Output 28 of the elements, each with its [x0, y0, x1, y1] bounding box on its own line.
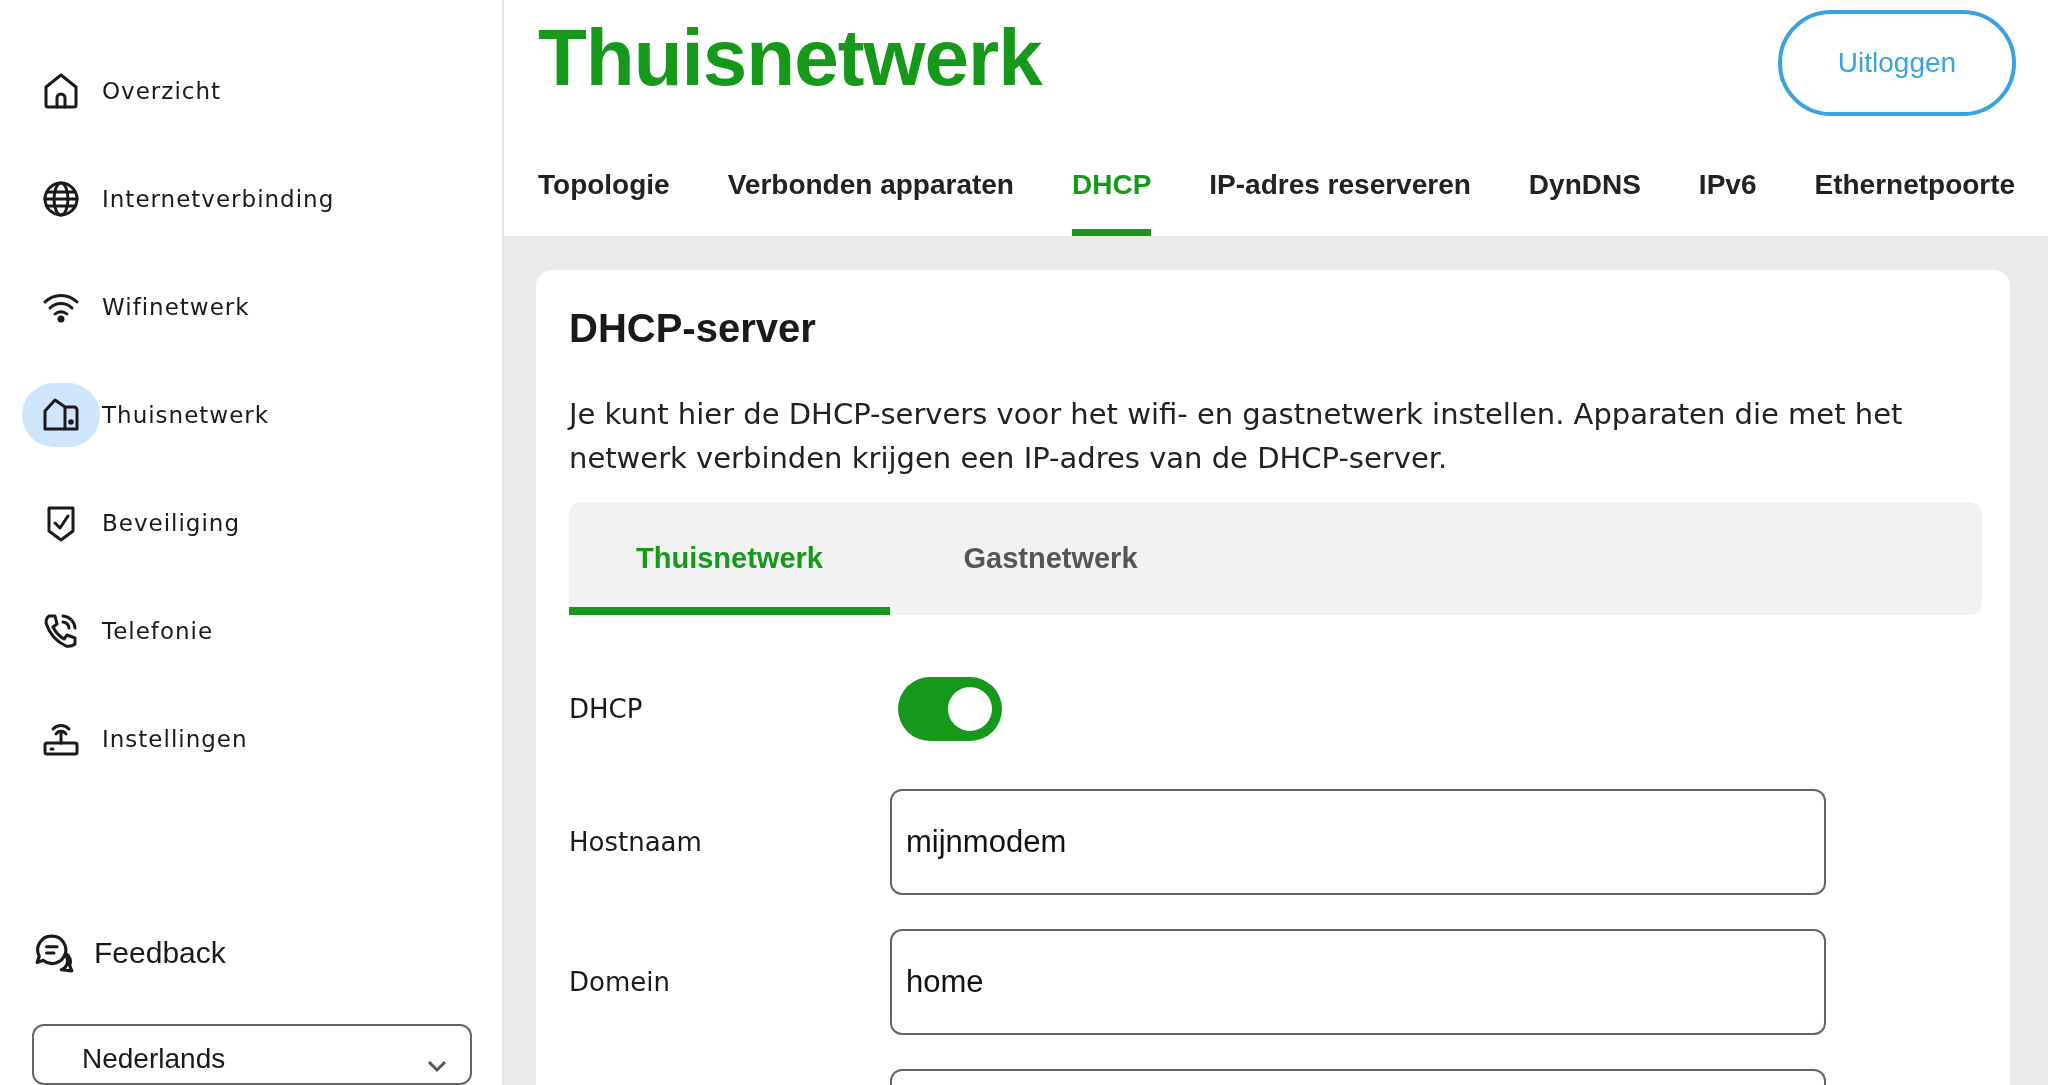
sidebar-item[interactable]: Overzicht: [0, 37, 502, 145]
sidebar-item[interactable]: Beveiliging: [0, 469, 502, 577]
globe-icon: [41, 179, 81, 219]
feedback-link[interactable]: Feedback: [0, 932, 502, 974]
input-field[interactable]: mijnmodem: [890, 789, 1826, 895]
nav-tab[interactable]: IP-adres reserveren: [1209, 145, 1471, 236]
chat-bubbles-icon: [34, 932, 76, 974]
card-title: DHCP-server: [569, 305, 817, 352]
field-label: Domein: [569, 967, 670, 997]
field-label: Hostnaam: [569, 827, 702, 857]
nav-tab[interactable]: IPv6: [1698, 145, 1757, 236]
page-title: Thuisnetwerk: [538, 18, 1042, 98]
sidebar-item[interactable]: Thuisnetwerk: [0, 361, 502, 469]
input-field[interactable]: home: [890, 929, 1826, 1035]
description-text: Je kunt hier de DHCP-servers voor het wifi- en gastnetwerk instellen. Apparaten die met het netwerk verbinden krijgen een IP-adres van de DHCP-server.: [569, 396, 1904, 477]
sidebar-item[interactable]: Telefonie: [0, 577, 502, 685]
sidebar-item[interactable]: Internetverbinding: [0, 145, 502, 253]
nav-tab[interactable]: Verbonden apparaten: [727, 145, 1014, 236]
nav-tab[interactable]: DHCP: [1072, 145, 1152, 236]
nav-tab[interactable]: Topologie: [538, 145, 670, 236]
network-tab[interactable]: Gastnetwerk: [890, 502, 1211, 615]
sidebar-item[interactable]: Wifinetwerk: [0, 253, 502, 361]
language-dropdown[interactable]: Nederlands: [32, 1024, 472, 1085]
nav-tab[interactable]: Ethernetpoorte: [1814, 145, 2016, 236]
chevron-down-icon: [426, 1059, 448, 1073]
nav-tab[interactable]: DynDNS: [1528, 145, 1641, 236]
field-label: DHCP: [569, 694, 643, 724]
sidebar-item[interactable]: Instellingen: [0, 685, 502, 793]
